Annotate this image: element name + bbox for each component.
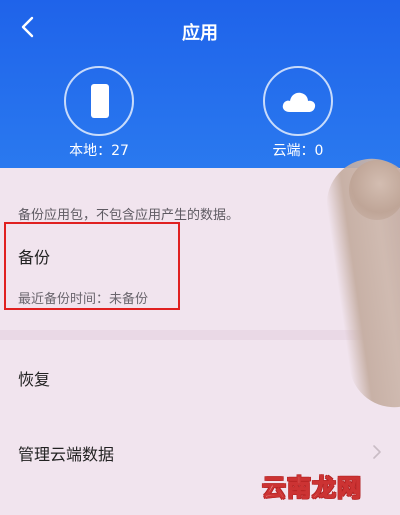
local-count-label: 本地：27 <box>69 143 129 159</box>
cloud-count-label: 云端：0 <box>272 143 324 159</box>
local-apps-circle[interactable] <box>64 66 134 136</box>
cloud-apps-circle[interactable] <box>263 66 333 136</box>
fingertip-overlay <box>349 160 400 220</box>
divider <box>0 330 400 340</box>
phone-icon <box>91 84 109 118</box>
restore-item[interactable]: 恢复 <box>0 350 400 402</box>
app-header: 应用 本地：27 云端：0 <box>0 0 400 168</box>
chevron-right-icon <box>373 445 381 459</box>
restore-title: 恢复 <box>18 370 51 389</box>
page-title: 应用 <box>182 23 218 44</box>
backup-title: 备份 <box>18 248 51 267</box>
backup-last-time: 最近备份时间：未备份 <box>18 292 149 307</box>
cloud-icon <box>282 92 316 112</box>
manage-cloud-data-title: 管理云端数据 <box>18 445 115 464</box>
watermark-logo: 云南龙网 <box>262 474 362 503</box>
section-description: 备份应用包，不包含应用产生的数据。 <box>18 208 240 223</box>
